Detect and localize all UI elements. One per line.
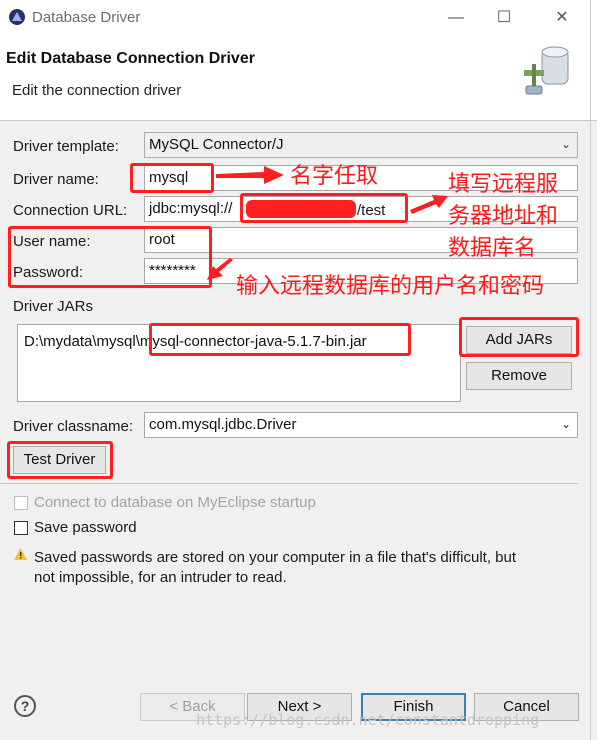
annotation-box-url [240,193,408,223]
close-button[interactable]: ✕ [547,6,577,30]
page-title: Edit Database Connection Driver [6,50,255,67]
annotation-box-test-driver [7,441,113,479]
driver-template-select[interactable]: MySQL Connector/J ⌄ [144,132,578,158]
annotation-box-credentials [8,226,212,288]
maximize-button[interactable]: ☐ [489,6,519,30]
annotation-url-note-3: 数据库名 [448,235,537,260]
help-icon[interactable]: ? [14,695,36,717]
connection-url-prefix: jdbc:mysql:// [149,200,233,217]
chevron-down-icon: ⌄ [560,137,571,151]
connection-url-label: Connection URL: [13,202,128,219]
connect-on-startup-label: Connect to database on MyEclipse startup [34,494,316,511]
annotation-name-note: 名字任取 [290,163,379,188]
wizard-header [0,36,597,120]
page-description: Edit the connection driver [12,82,182,99]
options-separator [0,483,578,484]
minimize-button[interactable]: — [441,6,471,30]
chevron-down-icon: ⌄ [560,417,571,431]
myeclipse-app-icon [9,9,25,25]
window-title: Database Driver [32,9,141,26]
driver-name-label: Driver name: [13,171,99,188]
remove-button[interactable]: Remove [466,362,572,390]
database-driver-icon [524,46,569,95]
annotation-box-driver-name [130,163,214,193]
driver-classname-value: com.mysql.jdbc.Driver [149,416,297,433]
annotation-url-note-1: 填写远程服 [448,171,559,196]
driver-classname-label: Driver classname: [13,418,134,435]
driver-jars-label: Driver JARs [13,298,94,315]
watermark: https://blog.csdn.net/constantdropping [196,711,540,729]
warning-text-line2: not impossible, for an intruder to read. [34,569,287,586]
annotation-box-add-jars [459,317,579,357]
warning-text-line1: Saved passwords are stored on your compu… [34,549,517,566]
save-password-label: Save password [34,519,137,536]
save-password-checkbox[interactable] [14,521,28,535]
annotation-url-note-2: 务器地址和 [448,203,559,228]
annotation-arrow-name [216,166,284,184]
driver-template-value: MySQL Connector/J [149,136,284,153]
annotation-arrow-url [410,195,448,214]
window-edge [590,0,591,740]
driver-template-label: Driver template: [13,138,119,155]
connect-on-startup-checkbox[interactable] [14,496,28,510]
driver-classname-select[interactable]: com.mysql.jdbc.Driver ⌄ [144,412,578,438]
annotation-arrow-credentials [207,258,233,280]
annotation-credentials-note: 输入远程数据库的用户名和密码 [236,273,545,298]
warning-icon [14,548,27,560]
annotation-box-jar [149,323,411,356]
